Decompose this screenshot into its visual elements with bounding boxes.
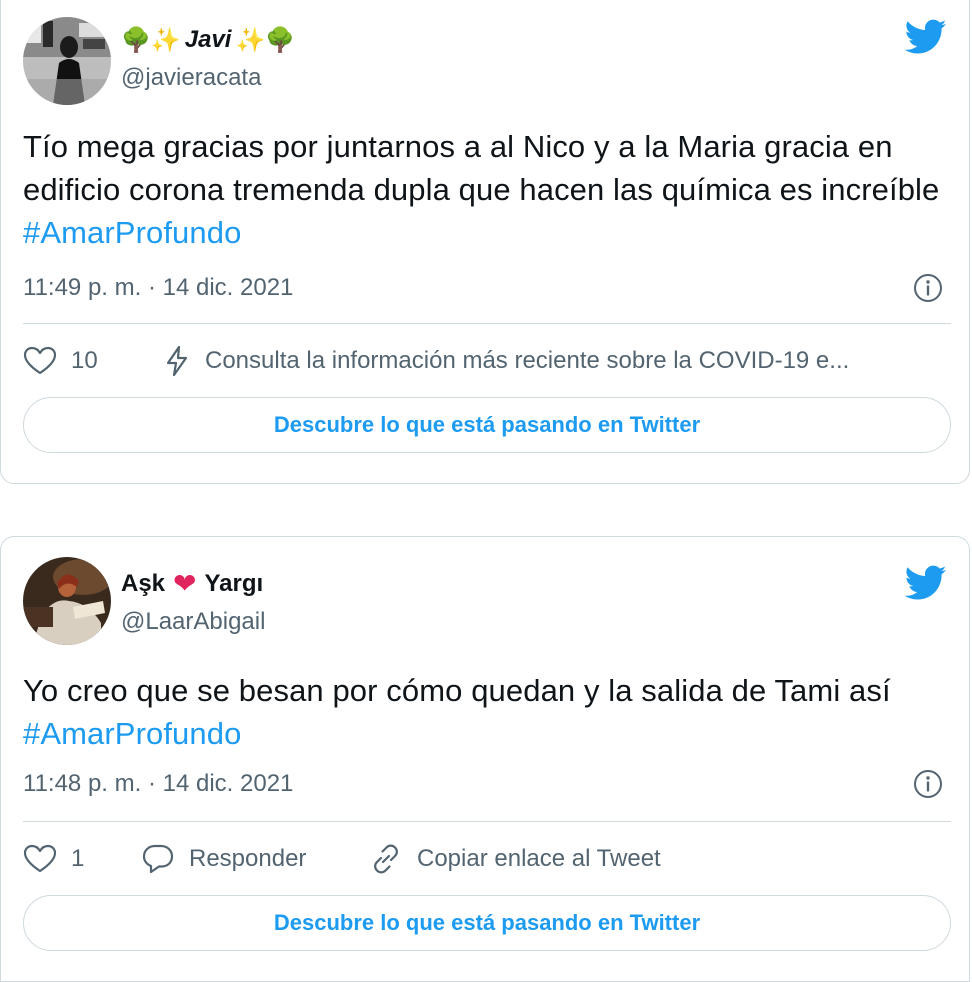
copy-link-label: Copiar enlace al Tweet [417, 845, 661, 872]
display-name[interactable]: Aşk ❤ Yargı [121, 569, 263, 599]
covid-info-text: Consulta la información más reciente sob… [205, 347, 850, 374]
info-icon[interactable] [913, 273, 943, 303]
twitter-bird-icon[interactable] [905, 565, 947, 601]
display-name-text: Javi [184, 26, 232, 53]
tweet-text: Tío mega gracias por juntarnos a al Nico… [23, 125, 953, 254]
discover-twitter-button[interactable]: Descubre lo que está pasando en Twitter [23, 895, 951, 951]
heart-icon [23, 346, 57, 375]
tweet-card-2: Aşk ❤ Yargı @LaarAbigail Yo creo que se … [0, 536, 970, 982]
tweet-body: Yo creo que se besan por cómo quedan y l… [23, 673, 891, 708]
lightning-icon [166, 345, 188, 377]
avatar[interactable] [23, 557, 111, 645]
tweet-text: Yo creo que se besan por cómo quedan y l… [23, 669, 953, 755]
like-button[interactable]: 10 [23, 346, 163, 376]
reply-button[interactable]: Responder [141, 843, 369, 875]
display-name[interactable]: 🌳✨ Javi ✨🌳 [121, 25, 295, 55]
like-count: 1 [71, 845, 85, 872]
red-heart-emoji: ❤ [173, 567, 197, 600]
sparkle-tree-emoji: ✨🌳 [235, 26, 296, 54]
user-handle[interactable]: @javieracata [121, 63, 261, 93]
covid-info-link[interactable]: Consulta la información más reciente sob… [163, 345, 849, 377]
display-name-left: Aşk [121, 570, 166, 597]
action-bar: 10 Consulta la información más reciente … [23, 341, 953, 381]
user-handle[interactable]: @LaarAbigail [121, 607, 265, 637]
tweet-body: Tío mega gracias por juntarnos a al Nico… [23, 129, 940, 207]
divider [23, 323, 951, 324]
twitter-bird-icon[interactable] [905, 19, 947, 55]
display-name-right: Yargı [204, 570, 264, 597]
tweet-card-1: 🌳✨ Javi ✨🌳 @javieracata Tío mega gracias… [0, 0, 970, 484]
action-bar: 1 Responder Copiar enlace al Tweet [23, 839, 953, 879]
hashtag-link[interactable]: #AmarProfundo [23, 716, 241, 751]
like-count: 10 [71, 347, 98, 374]
hashtag-link[interactable]: #AmarProfundo [23, 215, 241, 250]
timestamp[interactable]: 11:49 p. m. · 14 dic. 2021 [23, 273, 293, 303]
timestamp[interactable]: 11:48 p. m. · 14 dic. 2021 [23, 769, 293, 799]
reply-label: Responder [189, 845, 307, 872]
like-button[interactable]: 1 [23, 844, 141, 874]
info-icon[interactable] [913, 769, 943, 799]
link-icon [374, 844, 398, 874]
copy-link-button[interactable]: Copiar enlace al Tweet [369, 842, 661, 876]
discover-twitter-button[interactable]: Descubre lo que está pasando en Twitter [23, 397, 951, 453]
heart-icon [23, 844, 57, 873]
avatar[interactable] [23, 17, 111, 105]
reply-icon [142, 844, 174, 874]
divider [23, 821, 951, 822]
tree-sparkle-emoji: 🌳✨ [121, 26, 181, 54]
